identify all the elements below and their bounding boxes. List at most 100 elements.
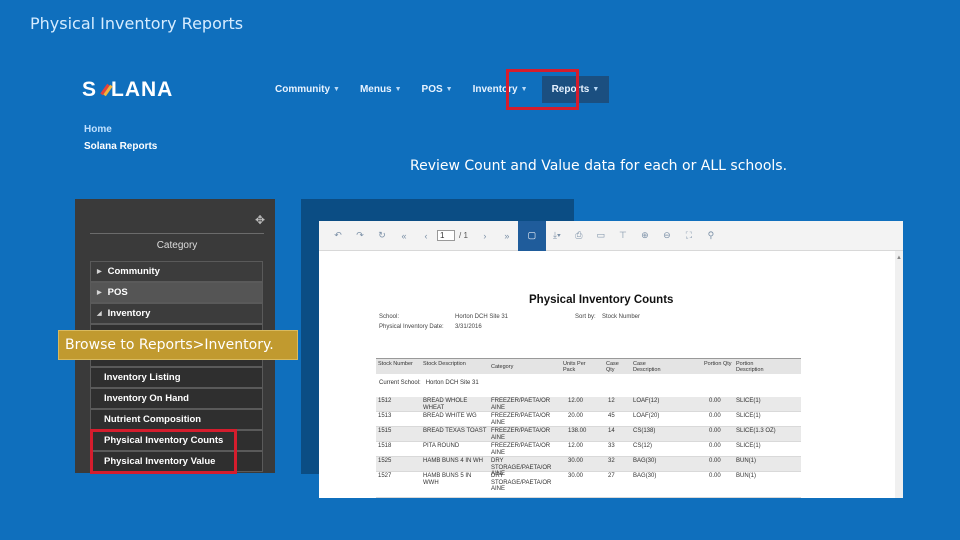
triangle-down-icon: ◢ bbox=[97, 311, 102, 317]
logo-text-right: LANA bbox=[111, 78, 174, 101]
slide-title: Physical Inventory Reports bbox=[30, 14, 244, 33]
table-cell: DRY STORAGE/PAETA/OR AINE bbox=[491, 473, 552, 492]
next-page-icon[interactable]: › bbox=[474, 227, 496, 245]
current-school: Current School: Horton DCH Site 31 bbox=[379, 380, 479, 386]
table-cell: 30.00 bbox=[568, 458, 584, 464]
nav-menus[interactable]: Menus ▼ bbox=[360, 84, 402, 95]
zoom-in-icon[interactable]: ⊕ bbox=[634, 227, 656, 245]
table-cell: 0.00 bbox=[709, 458, 721, 464]
table-row: 1512 BREAD WHOLE WHEAT FREEZER/PAETA/OR AI… bbox=[376, 397, 801, 412]
school-value: Horton DCH Site 31 bbox=[455, 314, 509, 320]
column-header: Stock Number bbox=[378, 361, 413, 367]
table-cell: BREAD TEXAS TOAST bbox=[423, 428, 487, 434]
first-page-icon[interactable]: « bbox=[393, 227, 415, 245]
print-icon[interactable]: ⎙ bbox=[568, 227, 590, 245]
column-header: Case Qty bbox=[606, 361, 619, 373]
forward-icon[interactable]: ↷ bbox=[349, 227, 371, 245]
table-cell: 0.00 bbox=[709, 428, 721, 434]
table-cell: LOAF(20) bbox=[633, 413, 660, 419]
table-row: 1525 HAMB BUNS 4 IN WH DRY STORAGE/PAETA/O… bbox=[376, 457, 801, 477]
table-cell: HAMB BUNS 4 IN WH bbox=[423, 458, 484, 464]
zoom-out-icon[interactable]: ⊖ bbox=[656, 227, 678, 245]
nav-community[interactable]: Community ▼ bbox=[275, 84, 340, 95]
report-label: Inventory Listing bbox=[104, 372, 181, 383]
table-cell: BREAD WHITE WG bbox=[423, 413, 477, 419]
column-header: Units Per Pack bbox=[563, 361, 586, 373]
full-screen-icon[interactable]: ⛶ bbox=[678, 227, 700, 245]
table-cell: 14 bbox=[608, 428, 615, 434]
category-pos[interactable]: ▶ POS bbox=[90, 282, 263, 303]
category-heading: Category bbox=[90, 233, 264, 251]
refresh-icon[interactable]: ↻ bbox=[371, 227, 393, 245]
table-cell: HAMB BUNS 5 IN WWH bbox=[423, 473, 472, 486]
prev-page-icon[interactable]: ‹ bbox=[415, 227, 437, 245]
table-cell: SLICE(1) bbox=[736, 413, 761, 419]
report-viewer: ↶ ↷ ↻ « ‹ 1 / 1 › » ▢ ⤓▾ ⎙ ▭ ⊤ ⊕ ⊖ ⛶ ⚲ ▲… bbox=[319, 221, 903, 498]
table-cell: BUN(1) bbox=[736, 473, 757, 479]
breadcrumb-current: Solana Reports bbox=[84, 141, 158, 152]
table-cell: 30.00 bbox=[568, 473, 584, 479]
column-header: Category bbox=[491, 364, 514, 370]
table-cell: CS(138) bbox=[633, 428, 656, 434]
column-header: Portion Description bbox=[736, 361, 764, 373]
current-school-label: Current School: bbox=[379, 380, 421, 386]
table-cell: 20.00 bbox=[568, 413, 584, 419]
logo-text-left: S bbox=[82, 78, 98, 101]
viewer-scrollbar[interactable]: ▲ bbox=[895, 251, 903, 498]
table-cell: 32 bbox=[608, 458, 615, 464]
caret-down-icon: ▼ bbox=[333, 85, 340, 93]
nav-pos[interactable]: POS ▼ bbox=[422, 84, 453, 95]
triangle-right-icon: ▶ bbox=[97, 269, 102, 275]
triangle-right-icon: ▶ bbox=[97, 290, 102, 296]
table-cell: 45 bbox=[608, 413, 615, 419]
table-header: Stock Number Stock Description Category … bbox=[376, 358, 801, 374]
report-inventory-on-hand[interactable]: Inventory On Hand bbox=[90, 388, 263, 409]
search-icon[interactable]: ⚲ bbox=[700, 227, 722, 245]
table-cell: PITA ROUND bbox=[423, 443, 460, 449]
table-cell: 0.00 bbox=[709, 413, 721, 419]
table-cell: 1513 bbox=[378, 413, 392, 419]
review-caption: Review Count and Value data for each or … bbox=[410, 158, 788, 174]
report-nutrient-composition[interactable]: Nutrient Composition bbox=[90, 409, 263, 430]
column-header: Portion Qty bbox=[704, 361, 732, 367]
sort-value: Stock Number bbox=[602, 314, 641, 320]
category-community[interactable]: ▶ Community bbox=[90, 261, 263, 282]
table-cell: LOAF(12) bbox=[633, 398, 660, 404]
table-cell: BAG(30) bbox=[633, 473, 657, 479]
last-page-icon[interactable]: » bbox=[496, 227, 518, 245]
logo-mark-icon bbox=[98, 80, 110, 98]
parameters-icon[interactable]: ⊤ bbox=[612, 227, 634, 245]
category-label: POS bbox=[107, 287, 128, 298]
page-number-input[interactable]: 1 bbox=[437, 230, 455, 241]
table-cell: 0.00 bbox=[709, 398, 721, 404]
table-row: 1515 BREAD TEXAS TOAST FREEZER/PAETA/OR AI… bbox=[376, 427, 801, 442]
export-icon[interactable]: ⤓▾ bbox=[546, 227, 568, 245]
table-cell: 1525 bbox=[378, 458, 392, 464]
reports-highlight-box bbox=[506, 69, 579, 110]
caret-down-icon: ▼ bbox=[592, 85, 600, 93]
table-cell: BAG(30) bbox=[633, 458, 657, 464]
page-setup-icon[interactable]: ▭ bbox=[590, 227, 612, 245]
school-label: School: bbox=[379, 314, 400, 320]
table-cell: FREEZER/PAETA/OR AINE bbox=[491, 413, 551, 426]
report-inventory-listing[interactable]: Inventory Listing bbox=[90, 367, 263, 388]
table-cell: 33 bbox=[608, 443, 615, 449]
table-cell: FREEZER/PAETA/OR AINE bbox=[491, 428, 551, 441]
viewer-toolbar: ↶ ↷ ↻ « ‹ 1 / 1 › » ▢ ⤓▾ ⎙ ▭ ⊤ ⊕ ⊖ ⛶ ⚲ bbox=[319, 221, 903, 251]
solana-logo[interactable]: S LANA bbox=[82, 78, 173, 102]
nav-label: Community bbox=[275, 83, 330, 95]
document-icon[interactable]: ▢ bbox=[517, 221, 546, 251]
scroll-up-icon[interactable]: ▲ bbox=[896, 255, 902, 261]
report-label: Inventory On Hand bbox=[104, 393, 189, 404]
back-icon[interactable]: ↶ bbox=[327, 227, 349, 245]
table-cell: 1512 bbox=[378, 398, 392, 404]
table-row: 1518 PITA ROUND FREEZER/PAETA/OR AINE 12.00… bbox=[376, 442, 801, 457]
category-inventory[interactable]: ◢ Inventory bbox=[90, 303, 263, 324]
breadcrumb-home[interactable]: Home bbox=[84, 124, 112, 135]
table-cell: BUN(1) bbox=[736, 458, 757, 464]
pin-icon[interactable]: ✥ bbox=[255, 213, 265, 227]
table-cell: 12.00 bbox=[568, 398, 584, 404]
table-cell: 12 bbox=[608, 398, 615, 404]
table-cell: SLICE(1) bbox=[736, 398, 761, 404]
table-cell: 138.00 bbox=[568, 428, 587, 434]
